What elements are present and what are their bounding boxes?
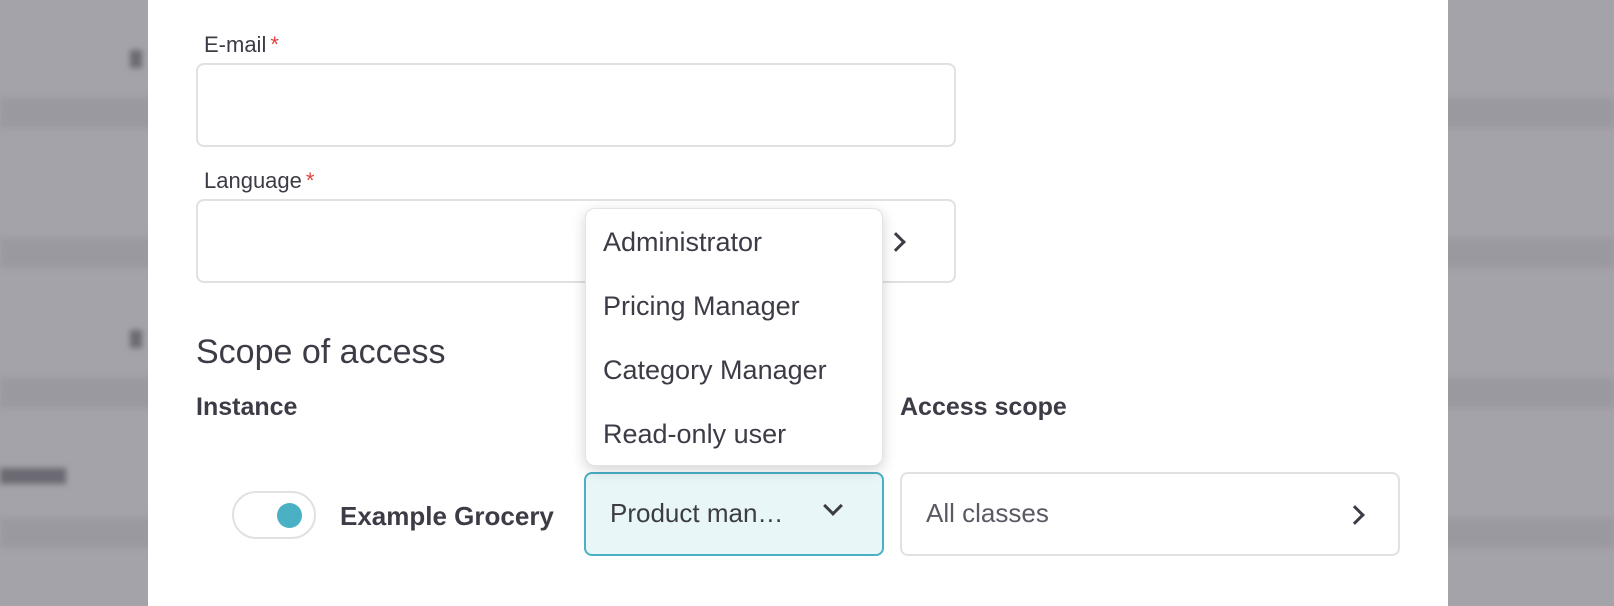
role-option-pricing-manager[interactable]: Pricing Manager (603, 291, 800, 322)
instance-toggle[interactable] (232, 491, 316, 539)
toggle-knob (277, 503, 302, 528)
role-option-administrator[interactable]: Administrator (603, 227, 762, 258)
access-scope-select[interactable]: All classes (900, 472, 1400, 556)
chevron-down-icon (823, 496, 843, 516)
language-label: Language * (204, 168, 314, 194)
access-scope-value: All classes (926, 498, 1049, 528)
required-marker: * (305, 168, 315, 193)
access-scope-column-header: Access scope (900, 393, 1067, 421)
instance-name: Example Grocery (340, 501, 554, 531)
email-label-text: E-mail (204, 32, 267, 57)
role-select[interactable]: Product man… (584, 472, 884, 556)
email-field[interactable] (196, 63, 956, 147)
language-label-text: Language (204, 168, 302, 193)
chevron-right-icon (886, 232, 906, 252)
role-select-value: Product man… (610, 498, 784, 528)
scope-section-title: Scope of access (196, 333, 446, 371)
role-option-read-only-user[interactable]: Read-only user (603, 419, 786, 450)
background-text (130, 50, 142, 68)
role-option-category-manager[interactable]: Category Manager (603, 355, 827, 386)
required-marker: * (270, 32, 279, 57)
instance-column-header: Instance (196, 393, 298, 421)
background-text (0, 468, 66, 484)
role-dropdown-menu: Administrator Pricing Manager Category M… (585, 208, 883, 466)
email-label: E-mail * (204, 32, 279, 58)
background-text (130, 330, 142, 348)
chevron-right-icon (1345, 505, 1365, 525)
